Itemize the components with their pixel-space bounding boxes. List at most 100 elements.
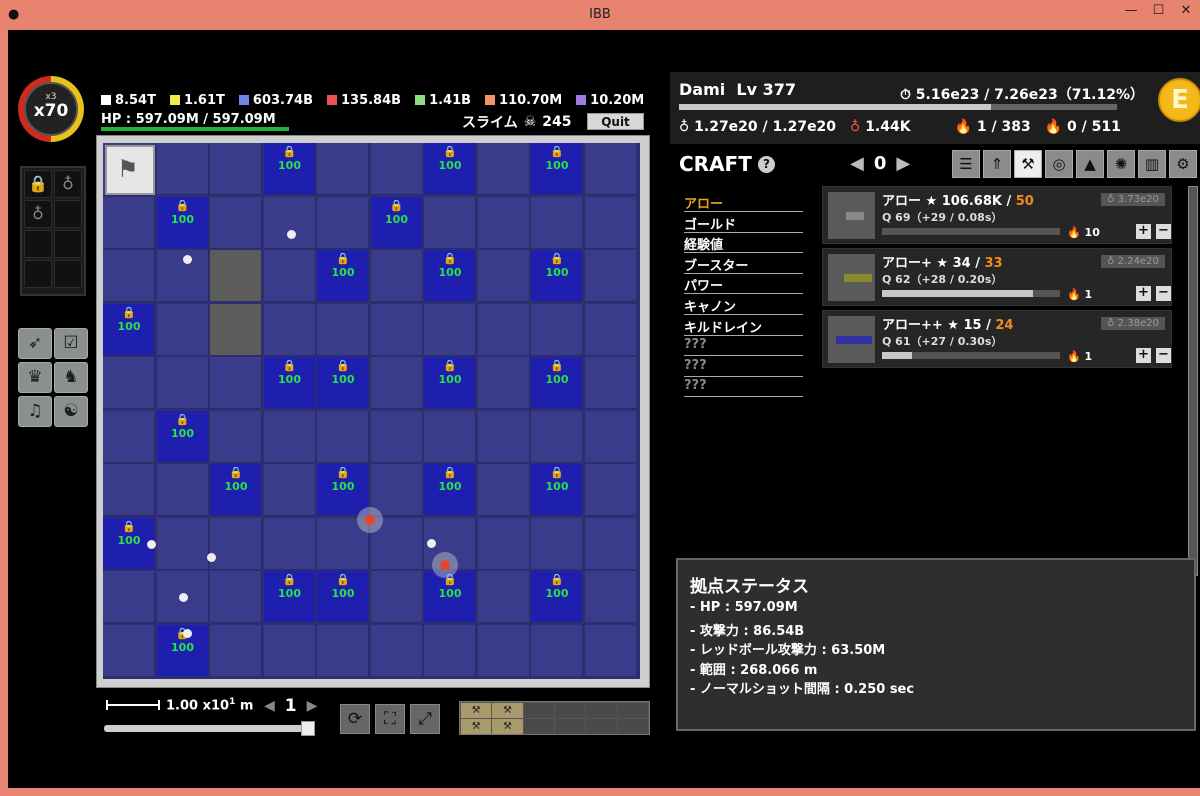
battle-map[interactable]: 🔒 100 🔒 100 🔒 100 🔒 100 🔒 100 🔒 100 🔒 100 🔒 100 🔒 100 🔒 100… — [103, 143, 640, 679]
empty-slot[interactable] — [24, 230, 52, 258]
target-tab-icon[interactable]: ◎ — [1045, 150, 1073, 178]
map-cell[interactable] — [584, 517, 637, 570]
map-cell[interactable] — [210, 196, 262, 249]
zoom-slider[interactable] — [104, 721, 315, 736]
aperture-tab-icon[interactable]: ✺ — [1107, 150, 1135, 178]
map-cell[interactable] — [317, 624, 369, 677]
upgrade-tab-icon[interactable]: ⇑ — [983, 150, 1011, 178]
quick-slot[interactable] — [555, 703, 586, 718]
map-cell[interactable] — [210, 357, 262, 409]
craft-hammer-tab-icon[interactable]: ⚒ — [1014, 150, 1042, 178]
craft-category-item[interactable]: 経験値 — [684, 233, 803, 254]
craft-category-item[interactable]: ゴールド — [684, 213, 803, 233]
map-cell[interactable] — [424, 303, 476, 356]
locked-map-cell[interactable]: 🔒100 — [531, 571, 583, 623]
money-bag-slot-icon[interactable]: ♁ — [24, 200, 52, 228]
locked-map-cell[interactable]: 🔒100 — [263, 571, 316, 623]
map-cell[interactable] — [210, 624, 262, 677]
map-cell[interactable] — [210, 250, 262, 302]
map-cell[interactable] — [584, 357, 637, 409]
map-cell[interactable] — [317, 303, 369, 356]
empty-slot[interactable] — [54, 200, 82, 228]
locked-map-cell[interactable]: 🔒100 — [317, 357, 369, 409]
map-cell[interactable] — [210, 303, 262, 356]
map-cell[interactable] — [370, 624, 423, 677]
map-cell[interactable] — [477, 464, 530, 516]
minus-button[interactable]: − — [1156, 224, 1171, 239]
plus-button[interactable]: + — [1136, 286, 1151, 301]
list-scrollbar[interactable] — [1188, 186, 1198, 576]
locked-map-cell[interactable]: 🔒100 — [263, 143, 316, 195]
quick-slot[interactable] — [586, 719, 617, 734]
locked-map-cell[interactable]: 🔒100 — [424, 143, 476, 195]
craft-item-row[interactable]: アロー++ ★ 15 / 24 Q 61（+27 / 0.30s） ♁ 2.38e2… — [822, 310, 1172, 368]
locked-map-cell[interactable]: 🔒100 — [210, 464, 262, 516]
map-cell[interactable] — [263, 303, 316, 356]
minus-button[interactable]: − — [1156, 348, 1171, 363]
map-cell[interactable] — [424, 196, 476, 249]
map-cell[interactable] — [584, 464, 637, 516]
map-cell[interactable] — [584, 571, 637, 623]
map-cell[interactable] — [424, 410, 476, 463]
bell-icon[interactable]: ♫ — [18, 396, 52, 427]
locked-map-cell[interactable]: 🔒100 — [531, 357, 583, 409]
plus-button[interactable]: + — [1136, 224, 1151, 239]
map-cell[interactable] — [103, 410, 155, 463]
map-cell[interactable] — [317, 196, 369, 249]
expand-icon[interactable]: ⤢ — [410, 704, 440, 734]
character-icon[interactable]: ♞ — [54, 362, 88, 393]
quick-slot[interactable] — [555, 719, 586, 734]
quit-button[interactable]: Quit — [587, 113, 644, 130]
maximize-button[interactable]: ☐ — [1145, 0, 1172, 22]
map-cell[interactable] — [317, 410, 369, 463]
rocket-icon[interactable]: ➶ — [18, 328, 52, 359]
empty-slot[interactable] — [54, 230, 82, 258]
map-cell[interactable] — [584, 143, 637, 195]
minus-button[interactable]: − — [1156, 286, 1171, 301]
empty-slot[interactable] — [54, 260, 82, 288]
locked-map-cell[interactable]: 🔒100 — [424, 357, 476, 409]
stats-tab-icon[interactable]: ▥ — [1138, 150, 1166, 178]
map-cell[interactable] — [477, 410, 530, 463]
quick-slot[interactable] — [586, 703, 617, 718]
map-cell[interactable] — [477, 196, 530, 249]
map-cell[interactable] — [156, 357, 209, 409]
map-cell[interactable] — [424, 624, 476, 677]
map-cell[interactable] — [370, 143, 423, 195]
map-cell[interactable] — [584, 196, 637, 249]
craft-category-item[interactable]: ??? — [684, 377, 803, 398]
map-cell[interactable] — [103, 196, 155, 249]
map-cell[interactable] — [531, 624, 583, 677]
zoom-slider-knob[interactable] — [301, 721, 315, 736]
map-cell[interactable] — [477, 357, 530, 409]
locked-map-cell[interactable]: 🔒100 — [156, 196, 209, 249]
map-cell[interactable] — [103, 464, 155, 516]
craft-category-item[interactable]: キルドレイン — [684, 316, 803, 336]
locked-map-cell[interactable]: 🔒100 — [263, 357, 316, 409]
map-cell[interactable] — [317, 143, 369, 195]
map-cell[interactable] — [531, 196, 583, 249]
map-cell[interactable] — [370, 303, 423, 356]
map-cell[interactable] — [477, 143, 530, 195]
map-cell[interactable] — [370, 571, 423, 623]
map-cell[interactable] — [370, 464, 423, 516]
locked-map-cell[interactable]: 🔒100 — [317, 250, 369, 302]
map-cell[interactable] — [103, 250, 155, 302]
locked-map-cell[interactable]: 🔒100 — [531, 143, 583, 195]
craft-category-item[interactable]: ブースター — [684, 254, 803, 274]
quick-slot[interactable]: ⚒ — [461, 703, 492, 718]
map-cell[interactable] — [263, 410, 316, 463]
craft-category-item[interactable]: アロー — [684, 192, 803, 212]
map-cell[interactable] — [156, 517, 209, 570]
map-cell[interactable] — [477, 517, 530, 570]
plus-button[interactable]: + — [1136, 348, 1151, 363]
quick-slot[interactable] — [617, 703, 648, 718]
map-cell[interactable] — [263, 250, 316, 302]
craft-next-icon[interactable]: ▶ — [896, 153, 910, 174]
map-cell[interactable] — [477, 571, 530, 623]
map-cell[interactable] — [263, 517, 316, 570]
locked-map-cell[interactable]: 🔒100 — [531, 464, 583, 516]
base-flag-cell[interactable]: ⚑ — [105, 145, 155, 195]
next-page-icon[interactable]: ▶ — [307, 698, 318, 714]
quick-slot[interactable]: ⚒ — [461, 719, 492, 734]
